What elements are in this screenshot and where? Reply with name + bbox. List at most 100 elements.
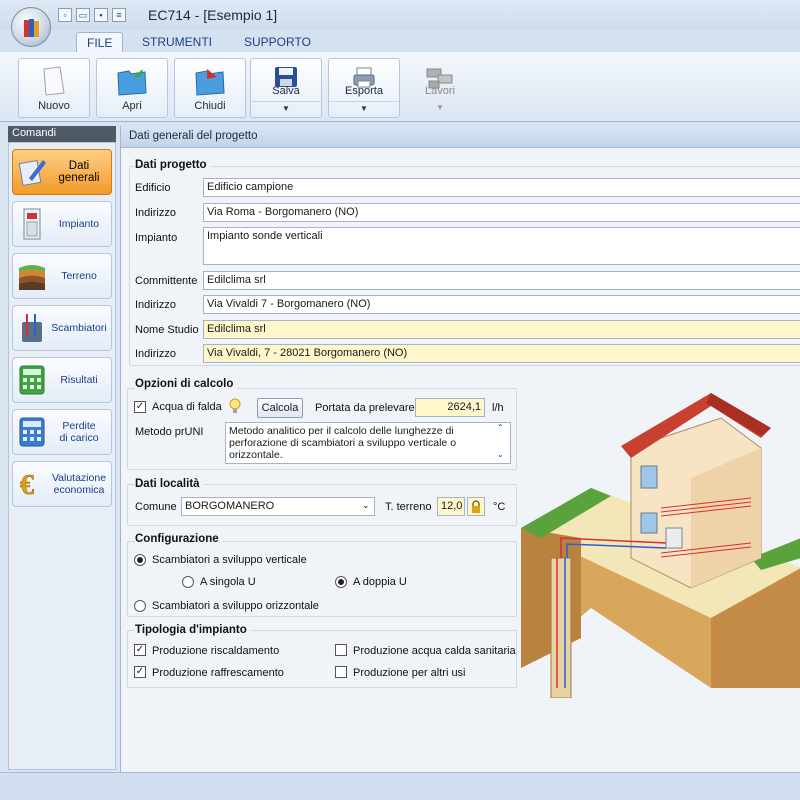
apri-label: Apri (122, 100, 142, 112)
chiudi-label: Chiudi (194, 100, 226, 112)
nome-studio-label: Nome Studio (135, 324, 199, 336)
edificio-field[interactable]: Edificio campione (203, 178, 800, 197)
command-panel: Dati generali Impianto Terreno Scambiato… (8, 142, 116, 770)
salva-dropdown-arrow-icon[interactable]: ▼ (251, 101, 321, 115)
indirizzo-studio-field[interactable]: Via Vivaldi, 7 - 28021 Borgomanero (NO) (203, 344, 800, 363)
app-menu-button[interactable] (11, 7, 51, 47)
lavori-label: Lavori (425, 85, 455, 97)
opzioni-title: Opzioni di calcolo (135, 378, 238, 390)
singola-u-label: A singola U (200, 576, 256, 588)
exchanger-icon (22, 314, 42, 342)
perdite-label-line1: Perdite (62, 420, 96, 432)
title-bar: ▫ ▭ ▪ ≡ EC714 - [Esempio 1] (0, 0, 800, 30)
comandi-header: Comandi (8, 126, 116, 142)
salva-button[interactable]: Salva ▼ (250, 58, 322, 118)
nuovo-button[interactable]: Nuovo (18, 58, 90, 118)
tab-supporto[interactable]: SUPPORTO (234, 32, 321, 52)
esporta-button[interactable]: Esporta ▼ (328, 58, 400, 118)
app-logo-icon (24, 19, 39, 37)
sidebar-item-label: Valutazione economica (47, 472, 111, 496)
acqua-falda-label: Acqua di falda (152, 401, 222, 413)
comune-select[interactable]: BORGOMANERO (181, 497, 375, 516)
sidebar-item-terreno[interactable]: Terreno (12, 253, 112, 299)
scroll-down-icon[interactable]: ⌄ (497, 450, 504, 459)
soil-layers-icon (19, 265, 45, 290)
status-bar (0, 772, 800, 800)
sidebar-item-label: Impianto (58, 218, 100, 230)
chevron-down-icon[interactable]: ⌄ (362, 500, 370, 511)
chiudi-button[interactable]: Chiudi (174, 58, 246, 118)
calcola-button[interactable]: Calcola (257, 398, 303, 418)
sidebar-item-label: Terreno (61, 270, 97, 282)
sidebar-item-risultati[interactable]: Risultati (12, 357, 112, 403)
riscaldamento-checkbox[interactable]: ✓ (134, 644, 146, 656)
main-panel: Dati generali del progetto Dati progetto… (120, 126, 800, 772)
tab-file[interactable]: FILE (76, 32, 124, 52)
raffrescamento-checkbox[interactable]: ✓ (134, 666, 146, 678)
window-title: EC714 - [Esempio 1] (148, 7, 278, 23)
new-file-icon[interactable]: ▫ (58, 8, 72, 22)
nome-studio-field[interactable]: Edilclima srl (203, 320, 800, 339)
lavori-button[interactable]: Lavori ▼ (406, 58, 474, 118)
sidebar-item-valutazione[interactable]: € Valutazione economica (12, 461, 112, 507)
salva-label: Salva (272, 85, 300, 97)
singola-u-radio[interactable] (182, 576, 194, 588)
calculator-icon (19, 365, 45, 395)
indirizzo-committente-field[interactable]: Via Vivaldi 7 - Borgomanero (NO) (203, 295, 800, 314)
terreno-field[interactable]: 12,0 (437, 497, 465, 516)
configurazione-title: Configurazione (135, 533, 223, 545)
doppia-u-radio[interactable] (335, 576, 347, 588)
committente-field[interactable]: Edilclima srl (203, 271, 800, 290)
lightbulb-icon (229, 398, 241, 413)
apri-button[interactable]: Apri (96, 58, 168, 118)
sidebar-item-perdite[interactable]: Perdite di carico (12, 409, 112, 455)
sidebar-item-dati-generali[interactable]: Dati generali (12, 149, 112, 195)
heat-pump-icon (23, 208, 41, 240)
terreno-label: T. terreno (385, 501, 432, 513)
portata-label: Portata da prelevare (315, 402, 415, 414)
committente-label: Committente (135, 275, 198, 287)
indirizzo-field[interactable]: Via Roma - Borgomanero (NO) (203, 203, 800, 222)
nuovo-label: Nuovo (38, 100, 70, 112)
portata-unit: l/h (492, 402, 504, 414)
sidebar-item-label: Scambiatori (51, 322, 107, 334)
perdite-label-line2: di carico (59, 432, 99, 444)
customize-icon[interactable]: ≡ (112, 8, 126, 22)
page-title: Dati generali del progetto (121, 126, 800, 148)
edificio-label: Edificio (135, 182, 171, 194)
terreno-unit: °C (493, 501, 506, 513)
pressure-calculator-icon (19, 417, 45, 447)
lavori-dropdown-arrow-icon[interactable]: ▼ (407, 101, 473, 115)
dati-progetto-title: Dati progetto (135, 159, 211, 171)
tipologia-title: Tipologia d'impianto (135, 624, 251, 636)
metodo-field[interactable]: Metodo analitico per il calcolo delle lu… (225, 422, 511, 464)
riscaldamento-label: Produzione riscaldamento (152, 645, 280, 657)
tab-strumenti[interactable]: STRUMENTI (132, 32, 222, 52)
open-folder-icon[interactable]: ▭ (76, 8, 90, 22)
portata-field[interactable]: 2624,1 (415, 398, 485, 417)
raffrescamento-label: Produzione raffrescamento (152, 667, 284, 679)
esporta-dropdown-arrow-icon[interactable]: ▼ (329, 101, 399, 115)
acqua-falda-checkbox[interactable]: ✓ (134, 401, 146, 413)
altri-usi-checkbox[interactable] (335, 666, 347, 678)
close-folder-icon (195, 69, 225, 96)
tipologia-group (127, 630, 517, 688)
svg-text:€: € (20, 470, 34, 501)
valutazione-label-line2: economica (53, 484, 105, 496)
sidebar-item-scambiatori[interactable]: Scambiatori (12, 305, 112, 351)
sidebar-item-label: Perdite di carico (47, 420, 111, 444)
verticale-radio[interactable] (134, 554, 146, 566)
geothermal-house-illustration (521, 393, 800, 698)
edit-document-icon (18, 160, 46, 186)
acqua-sanitaria-checkbox[interactable] (335, 644, 347, 656)
scroll-up-icon[interactable]: ⌃ (497, 423, 504, 432)
altri-usi-label: Produzione per altri usi (353, 667, 466, 679)
lock-icon[interactable] (467, 497, 485, 516)
quick-access-toolbar: ▫ ▭ ▪ ≡ (58, 8, 126, 22)
euro-icon: € (20, 470, 35, 502)
sidebar-item-impianto[interactable]: Impianto (12, 201, 112, 247)
save-disk-icon[interactable]: ▪ (94, 8, 108, 22)
orizzontale-radio[interactable] (134, 600, 146, 612)
impianto-field[interactable]: Impianto sonde verticali (203, 227, 800, 265)
ribbon: Nuovo Apri Chiudi Salva ▼ Esporta ▼ Lavo… (0, 52, 800, 122)
